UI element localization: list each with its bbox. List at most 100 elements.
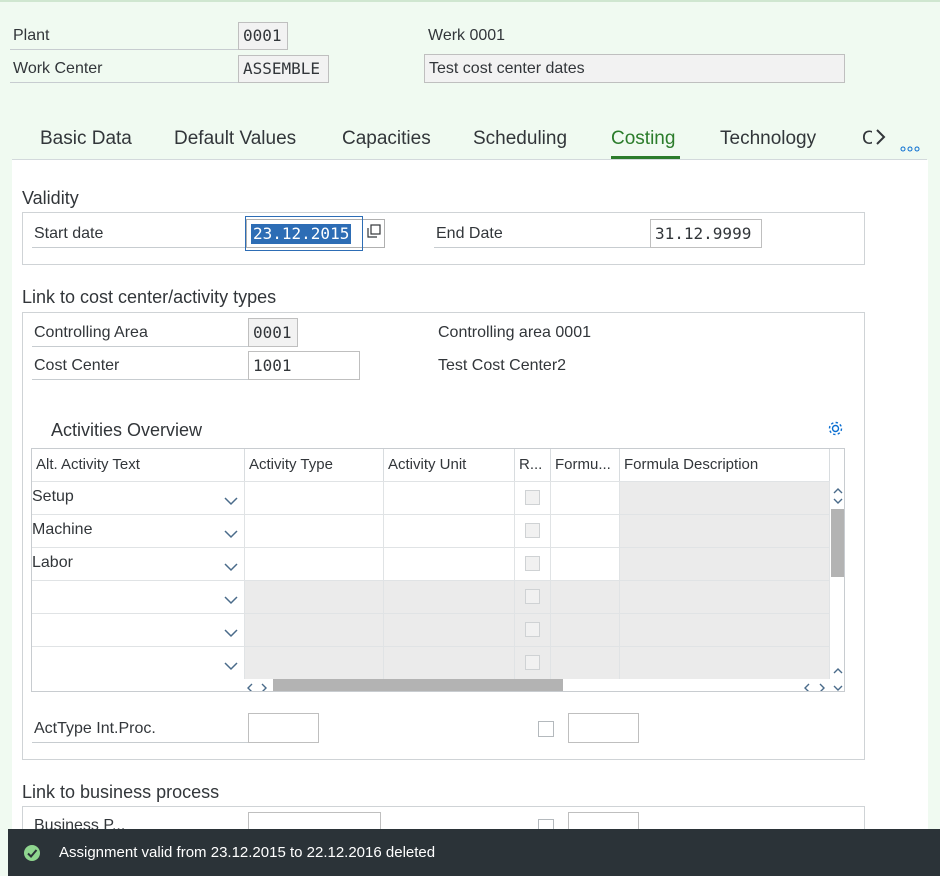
tab-costing[interactable]: Costing [611, 128, 675, 150]
r-cell [515, 548, 551, 581]
start-date-value: 23.12.2015 [251, 224, 352, 244]
activity-unit-cell[interactable] [384, 548, 515, 581]
end-date-label-underline [434, 247, 650, 248]
tab-default-values[interactable]: Default Values [174, 128, 296, 150]
formula-cell[interactable] [551, 548, 620, 581]
table-row[interactable] [32, 646, 830, 680]
chevron-down-icon[interactable] [224, 559, 238, 577]
tab-basic-data[interactable]: Basic Data [40, 128, 132, 150]
success-check-icon [23, 844, 41, 867]
formula-cell [551, 614, 620, 647]
activities-overview-title: Activities Overview [51, 420, 203, 440]
activity-unit-cell[interactable] [384, 482, 515, 515]
column-header-alt-activity-text[interactable]: Alt. Activity Text [32, 449, 245, 481]
activity-type-cell [245, 647, 384, 680]
tab-technology[interactable]: Technology [720, 128, 816, 150]
alt-activity-cell[interactable]: Setup [32, 482, 245, 515]
acttype-int-proc-second-field[interactable] [568, 713, 639, 743]
chevron-right-icon[interactable] [874, 126, 888, 153]
formula-cell[interactable] [551, 515, 620, 548]
cost-center-label-underline [32, 379, 248, 380]
column-header-formula[interactable]: Formu... [551, 449, 620, 481]
vertical-scrollbar[interactable] [830, 481, 844, 680]
workcenter-field[interactable]: ASSEMBLE [238, 55, 329, 83]
acttype-int-proc-field[interactable] [248, 713, 319, 743]
tab-overflow-partial[interactable]: C [862, 128, 872, 150]
r-checkbox[interactable] [525, 556, 540, 571]
chevron-down-icon[interactable] [224, 493, 238, 511]
scroll-left-icon[interactable] [245, 680, 255, 691]
activity-unit-cell [384, 614, 515, 647]
plant-label-underline [10, 49, 238, 50]
formula-cell [551, 581, 620, 614]
r-cell [515, 581, 551, 614]
value-help-icon[interactable] [365, 222, 383, 245]
r-checkbox[interactable] [525, 523, 540, 538]
link-cost-center-title: Link to cost center/activity types [22, 287, 277, 307]
table-row[interactable] [32, 613, 830, 647]
activity-unit-cell [384, 647, 515, 680]
end-date-label: End Date [436, 225, 503, 242]
business-process-title: Link to business process [22, 782, 220, 802]
vertical-scroll-thumb[interactable] [831, 509, 844, 577]
chevron-down-icon[interactable] [224, 658, 238, 676]
formula-description-cell [620, 548, 830, 581]
chevron-down-icon[interactable] [224, 625, 238, 643]
activity-type-cell[interactable] [245, 482, 384, 515]
scroll-end-right-icon[interactable] [817, 680, 827, 691]
chevron-down-icon[interactable] [224, 526, 238, 544]
r-cell [515, 647, 551, 680]
formula-cell[interactable] [551, 482, 620, 515]
formula-description-cell [620, 515, 830, 548]
activity-unit-cell[interactable] [384, 515, 515, 548]
activity-type-cell [245, 581, 384, 614]
activity-type-cell[interactable] [245, 515, 384, 548]
more-overflow-icon[interactable] [900, 140, 920, 158]
acttype-int-proc-checkbox[interactable] [538, 721, 554, 737]
table-header-corner [830, 449, 844, 481]
horizontal-scroll-thumb[interactable] [273, 679, 563, 691]
alt-activity-cell[interactable] [32, 581, 245, 614]
message-bar[interactable]: Assignment valid from 23.12.2015 to 22.1… [8, 829, 940, 876]
plant-field[interactable]: 0001 [238, 22, 288, 50]
column-header-activity-unit[interactable]: Activity Unit [384, 449, 515, 481]
formula-description-cell [620, 647, 830, 680]
horizontal-scrollbar[interactable] [32, 679, 844, 691]
r-checkbox [525, 589, 540, 604]
formula-description-cell [620, 581, 830, 614]
cost-center-label: Cost Center [34, 357, 120, 374]
table-row[interactable]: Setup [32, 481, 830, 515]
end-date-field[interactable]: 31.12.9999 [650, 219, 762, 248]
chevron-down-icon[interactable] [224, 592, 238, 610]
scroll-end-left-icon[interactable] [802, 680, 812, 691]
alt-activity-cell[interactable] [32, 647, 245, 680]
scroll-corner-down-icon[interactable] [833, 680, 843, 691]
cost-center-field[interactable]: 1001 [248, 351, 360, 380]
validity-title: Validity [22, 188, 79, 208]
tab-scheduling[interactable]: Scheduling [473, 128, 567, 150]
controlling-area-description: Controlling area 0001 [438, 324, 591, 341]
activity-type-cell[interactable] [245, 548, 384, 581]
activity-type-cell [245, 614, 384, 647]
formula-description-cell [620, 482, 830, 515]
table-row[interactable]: Machine [32, 514, 830, 548]
alt-activity-cell[interactable] [32, 614, 245, 647]
tab-capacities[interactable]: Capacities [342, 128, 431, 150]
r-checkbox[interactable] [525, 490, 540, 505]
scroll-right-icon[interactable] [259, 680, 269, 691]
table-row[interactable] [32, 580, 830, 614]
controlling-area-field[interactable]: 0001 [248, 318, 298, 347]
column-header-activity-type[interactable]: Activity Type [245, 449, 384, 481]
column-header-formula-description[interactable]: Formula Description [620, 449, 830, 481]
table-row[interactable]: Labor [32, 547, 830, 581]
start-date-label: Start date [34, 225, 104, 242]
workcenter-description-field: Test cost center dates [424, 54, 845, 83]
table-settings-gear-icon[interactable] [827, 420, 844, 442]
controlling-area-label: Controlling Area [34, 324, 148, 341]
activity-unit-cell [384, 581, 515, 614]
column-header-r[interactable]: R... [515, 449, 551, 481]
workcenter-label-underline [10, 82, 238, 83]
alt-activity-cell[interactable]: Machine [32, 515, 245, 548]
alt-activity-text: Setup [32, 488, 74, 505]
alt-activity-cell[interactable]: Labor [32, 548, 245, 581]
